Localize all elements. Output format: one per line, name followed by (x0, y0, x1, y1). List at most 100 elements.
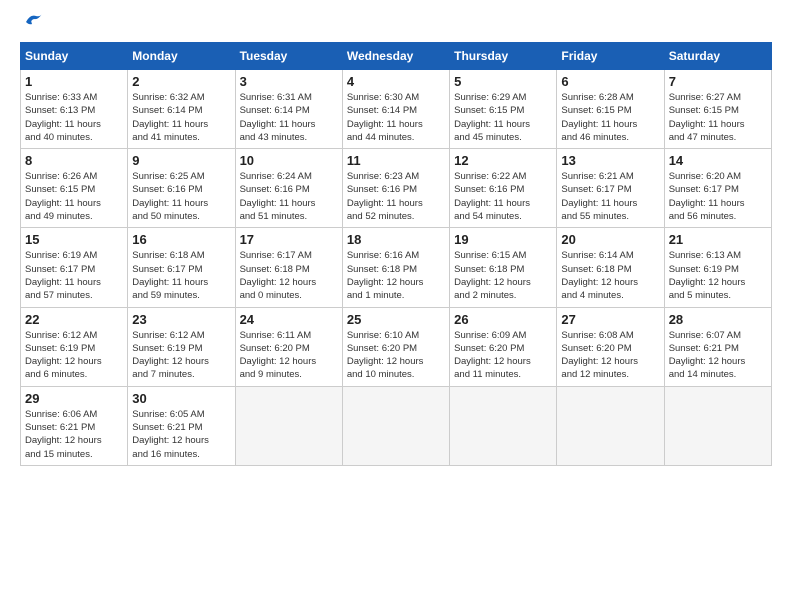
day-info: Sunrise: 6:14 AMSunset: 6:18 PMDaylight:… (561, 249, 659, 302)
day-info: Sunrise: 6:24 AMSunset: 6:16 PMDaylight:… (240, 170, 338, 223)
calendar-cell: 27Sunrise: 6:08 AMSunset: 6:20 PMDayligh… (557, 307, 664, 386)
day-number: 2 (132, 74, 230, 89)
calendar-cell: 12 Sunrise: 6:22 AMSunset: 6:16 PMDayligh… (450, 149, 557, 228)
day-number: 24 (240, 312, 338, 327)
day-info: Sunrise: 6:09 AMSunset: 6:20 PMDaylight:… (454, 329, 552, 382)
day-number: 16 (132, 232, 230, 247)
day-number: 14 (669, 153, 767, 168)
calendar-cell: 16 Sunrise: 6:18 AMSunset: 6:17 PMDayligh… (128, 228, 235, 307)
calendar-cell: 25Sunrise: 6:10 AMSunset: 6:20 PMDayligh… (342, 307, 449, 386)
day-info: Sunrise: 6:13 AMSunset: 6:19 PMDaylight:… (669, 249, 767, 302)
day-number: 9 (132, 153, 230, 168)
day-number: 15 (25, 232, 123, 247)
calendar-cell: 13 Sunrise: 6:21 AMSunset: 6:17 PMDayligh… (557, 149, 664, 228)
calendar-cell: 4 Sunrise: 6:30 AMSunset: 6:14 PMDaylight… (342, 70, 449, 149)
calendar-cell: 1Sunrise: 6:33 AMSunset: 6:13 PMDaylight… (21, 70, 128, 149)
calendar-week-1: 1Sunrise: 6:33 AMSunset: 6:13 PMDaylight… (21, 70, 772, 149)
calendar-cell (557, 386, 664, 465)
calendar-header-monday: Monday (128, 43, 235, 70)
day-number: 19 (454, 232, 552, 247)
calendar-cell: 21 Sunrise: 6:13 AMSunset: 6:19 PMDayligh… (664, 228, 771, 307)
day-info: Sunrise: 6:12 AMSunset: 6:19 PMDaylight:… (25, 329, 123, 382)
calendar-header-wednesday: Wednesday (342, 43, 449, 70)
day-info: Sunrise: 6:11 AMSunset: 6:20 PMDaylight:… (240, 329, 338, 382)
calendar-table: SundayMondayTuesdayWednesdayThursdayFrid… (20, 42, 772, 466)
day-number: 13 (561, 153, 659, 168)
calendar-cell: 8 Sunrise: 6:26 AMSunset: 6:15 PMDaylight… (21, 149, 128, 228)
day-number: 7 (669, 74, 767, 89)
calendar-cell: 10 Sunrise: 6:24 AMSunset: 6:16 PMDayligh… (235, 149, 342, 228)
day-info: Sunrise: 6:12 AMSunset: 6:19 PMDaylight:… (132, 329, 230, 382)
calendar-cell (235, 386, 342, 465)
calendar-cell: 28Sunrise: 6:07 AMSunset: 6:21 PMDayligh… (664, 307, 771, 386)
calendar-cell: 24 Sunrise: 6:11 AMSunset: 6:20 PMDayligh… (235, 307, 342, 386)
day-info: Sunrise: 6:30 AMSunset: 6:14 PMDaylight:… (347, 91, 445, 144)
day-number: 29 (25, 391, 123, 406)
day-info: Sunrise: 6:31 AMSunset: 6:14 PMDaylight:… (240, 91, 338, 144)
day-number: 5 (454, 74, 552, 89)
calendar-cell (342, 386, 449, 465)
day-info: Sunrise: 6:10 AMSunset: 6:20 PMDaylight:… (347, 329, 445, 382)
calendar-header-thursday: Thursday (450, 43, 557, 70)
day-info: Sunrise: 6:18 AMSunset: 6:17 PMDaylight:… (132, 249, 230, 302)
calendar-cell: 17 Sunrise: 6:17 AMSunset: 6:18 PMDayligh… (235, 228, 342, 307)
day-info: Sunrise: 6:27 AMSunset: 6:15 PMDaylight:… (669, 91, 767, 144)
calendar-cell: 19Sunrise: 6:15 AMSunset: 6:18 PMDayligh… (450, 228, 557, 307)
day-info: Sunrise: 6:06 AMSunset: 6:21 PMDaylight:… (25, 408, 123, 461)
day-number: 12 (454, 153, 552, 168)
calendar-cell: 5Sunrise: 6:29 AMSunset: 6:15 PMDaylight… (450, 70, 557, 149)
calendar-cell: 11 Sunrise: 6:23 AMSunset: 6:16 PMDayligh… (342, 149, 449, 228)
calendar-cell: 2 Sunrise: 6:32 AMSunset: 6:14 PMDaylight… (128, 70, 235, 149)
day-info: Sunrise: 6:16 AMSunset: 6:18 PMDaylight:… (347, 249, 445, 302)
day-number: 18 (347, 232, 445, 247)
day-number: 21 (669, 232, 767, 247)
day-number: 27 (561, 312, 659, 327)
day-number: 30 (132, 391, 230, 406)
calendar-cell: 20 Sunrise: 6:14 AMSunset: 6:18 PMDayligh… (557, 228, 664, 307)
calendar-cell: 6 Sunrise: 6:28 AMSunset: 6:15 PMDaylight… (557, 70, 664, 149)
day-number: 6 (561, 74, 659, 89)
day-info: Sunrise: 6:28 AMSunset: 6:15 PMDaylight:… (561, 91, 659, 144)
day-number: 10 (240, 153, 338, 168)
day-number: 26 (454, 312, 552, 327)
calendar-header-saturday: Saturday (664, 43, 771, 70)
calendar-week-4: 22 Sunrise: 6:12 AMSunset: 6:19 PMDayligh… (21, 307, 772, 386)
calendar-header-tuesday: Tuesday (235, 43, 342, 70)
day-number: 4 (347, 74, 445, 89)
logo-bird-icon (22, 12, 44, 32)
day-number: 3 (240, 74, 338, 89)
day-info: Sunrise: 6:32 AMSunset: 6:14 PMDaylight:… (132, 91, 230, 144)
calendar-cell: 26 Sunrise: 6:09 AMSunset: 6:20 PMDayligh… (450, 307, 557, 386)
day-info: Sunrise: 6:23 AMSunset: 6:16 PMDaylight:… (347, 170, 445, 223)
calendar-week-2: 8 Sunrise: 6:26 AMSunset: 6:15 PMDaylight… (21, 149, 772, 228)
day-number: 20 (561, 232, 659, 247)
calendar-cell (450, 386, 557, 465)
calendar-cell: 3 Sunrise: 6:31 AMSunset: 6:14 PMDaylight… (235, 70, 342, 149)
day-info: Sunrise: 6:25 AMSunset: 6:16 PMDaylight:… (132, 170, 230, 223)
calendar-cell: 14 Sunrise: 6:20 AMSunset: 6:17 PMDayligh… (664, 149, 771, 228)
day-number: 22 (25, 312, 123, 327)
day-number: 17 (240, 232, 338, 247)
calendar-cell: 7 Sunrise: 6:27 AMSunset: 6:15 PMDaylight… (664, 70, 771, 149)
calendar-cell: 22 Sunrise: 6:12 AMSunset: 6:19 PMDayligh… (21, 307, 128, 386)
calendar-cell: 23Sunrise: 6:12 AMSunset: 6:19 PMDayligh… (128, 307, 235, 386)
day-info: Sunrise: 6:21 AMSunset: 6:17 PMDaylight:… (561, 170, 659, 223)
day-number: 8 (25, 153, 123, 168)
calendar-header-friday: Friday (557, 43, 664, 70)
calendar-cell: 18 Sunrise: 6:16 AMSunset: 6:18 PMDayligh… (342, 228, 449, 307)
calendar-cell: 9 Sunrise: 6:25 AMSunset: 6:16 PMDaylight… (128, 149, 235, 228)
calendar-cell: 15Sunrise: 6:19 AMSunset: 6:17 PMDayligh… (21, 228, 128, 307)
day-info: Sunrise: 6:26 AMSunset: 6:15 PMDaylight:… (25, 170, 123, 223)
calendar-week-5: 29 Sunrise: 6:06 AMSunset: 6:21 PMDayligh… (21, 386, 772, 465)
day-info: Sunrise: 6:20 AMSunset: 6:17 PMDaylight:… (669, 170, 767, 223)
calendar-cell: 29 Sunrise: 6:06 AMSunset: 6:21 PMDayligh… (21, 386, 128, 465)
day-info: Sunrise: 6:05 AMSunset: 6:21 PMDaylight:… (132, 408, 230, 461)
day-info: Sunrise: 6:07 AMSunset: 6:21 PMDaylight:… (669, 329, 767, 382)
day-number: 11 (347, 153, 445, 168)
calendar-cell (664, 386, 771, 465)
day-info: Sunrise: 6:22 AMSunset: 6:16 PMDaylight:… (454, 170, 552, 223)
calendar-header-sunday: Sunday (21, 43, 128, 70)
day-info: Sunrise: 6:17 AMSunset: 6:18 PMDaylight:… (240, 249, 338, 302)
logo (20, 20, 44, 32)
calendar-header-row: SundayMondayTuesdayWednesdayThursdayFrid… (21, 43, 772, 70)
